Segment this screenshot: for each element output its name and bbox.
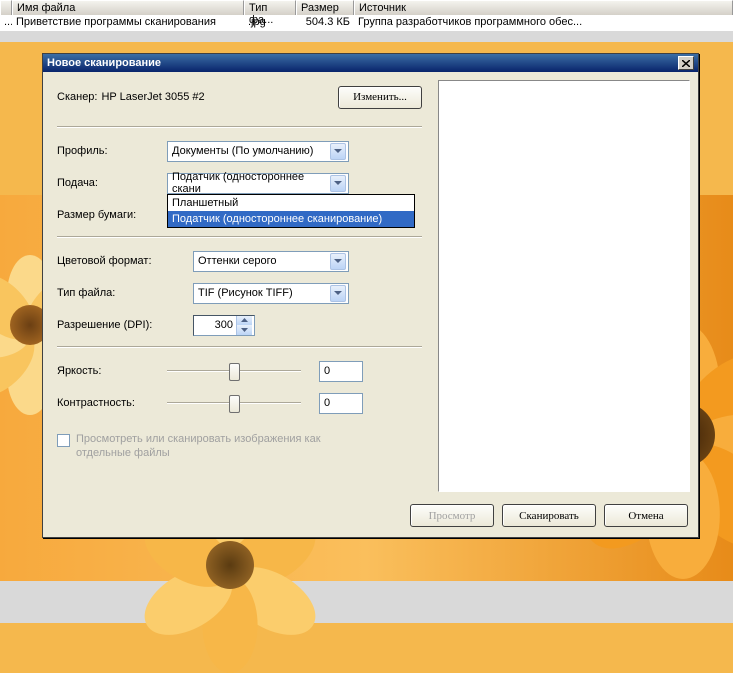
cancel-button[interactable]: Отмена bbox=[604, 504, 688, 527]
scanner-value: HP LaserJet 3055 #2 bbox=[101, 91, 204, 103]
feed-option-feeder[interactable]: Податчик (одностороннее сканирование) bbox=[168, 211, 414, 227]
brightness-slider[interactable] bbox=[167, 360, 301, 382]
filetype-value: TIF (Рисунок TIFF) bbox=[198, 287, 293, 299]
profile-label: Профиль: bbox=[57, 145, 167, 157]
profile-select[interactable]: Документы (По умолчанию) bbox=[167, 141, 349, 162]
separator bbox=[57, 236, 422, 238]
dialog-title: Новое сканирование bbox=[47, 57, 161, 69]
scanner-label: Сканер: bbox=[57, 91, 97, 103]
feed-value: Податчик (одностороннее скани bbox=[172, 171, 330, 195]
scan-button[interactable]: Сканировать bbox=[502, 504, 596, 527]
dpi-label: Разрешение (DPI): bbox=[57, 319, 193, 331]
color-value: Оттенки серого bbox=[198, 255, 276, 267]
dpi-input[interactable] bbox=[194, 316, 236, 335]
preview-pane bbox=[438, 80, 690, 492]
profile-value: Документы (По умолчанию) bbox=[172, 145, 313, 157]
spin-up-icon[interactable] bbox=[236, 316, 252, 326]
brightness-label: Яркость: bbox=[57, 365, 167, 377]
separate-files-label: Просмотреть или сканировать изображения … bbox=[76, 432, 336, 460]
contrast-input[interactable] bbox=[320, 397, 362, 409]
filetype-select[interactable]: TIF (Рисунок TIFF) bbox=[193, 283, 349, 304]
row-handle: ... bbox=[0, 15, 12, 31]
preview-button[interactable]: Просмотр bbox=[410, 504, 494, 527]
file-list-header: Имя файла Тип фа... Размер Источник ... … bbox=[0, 0, 733, 42]
scan-dialog: Новое сканирование Сканер: HP LaserJet 3… bbox=[42, 53, 699, 538]
separate-files-checkbox bbox=[57, 434, 70, 447]
cell-filetype: .jpg bbox=[244, 15, 296, 31]
color-label: Цветовой формат: bbox=[57, 255, 193, 267]
col-size[interactable]: Размер bbox=[296, 0, 354, 15]
color-select[interactable]: Оттенки серого bbox=[193, 251, 349, 272]
dpi-spinner[interactable] bbox=[193, 315, 255, 336]
close-icon bbox=[682, 60, 690, 67]
contrast-label: Контрастность: bbox=[57, 397, 167, 409]
chevron-down-icon bbox=[330, 175, 346, 192]
change-scanner-button[interactable]: Изменить... bbox=[338, 86, 422, 109]
col-filename[interactable]: Имя файла bbox=[12, 0, 244, 15]
chevron-down-icon bbox=[330, 285, 346, 302]
separator bbox=[57, 346, 422, 348]
feed-select[interactable]: Податчик (одностороннее скани bbox=[167, 173, 349, 194]
close-button[interactable] bbox=[678, 56, 694, 70]
separator bbox=[57, 126, 422, 128]
titlebar[interactable]: Новое сканирование bbox=[43, 54, 698, 72]
chevron-down-icon bbox=[330, 143, 346, 160]
table-row[interactable]: ... Приветствие программы сканирования .… bbox=[0, 15, 733, 31]
cell-filename: Приветствие программы сканирования bbox=[12, 15, 244, 31]
feed-label: Подача: bbox=[57, 177, 167, 189]
feed-option-flatbed[interactable]: Планшетный bbox=[168, 195, 414, 211]
brightness-input[interactable] bbox=[320, 365, 362, 377]
filetype-label: Тип файла: bbox=[57, 287, 193, 299]
col-source[interactable]: Источник bbox=[354, 0, 733, 15]
cell-size: 504.3 КБ bbox=[296, 15, 354, 31]
col-filetype[interactable]: Тип фа... bbox=[244, 0, 296, 15]
paper-label: Размер бумаги: bbox=[57, 209, 167, 221]
cell-source: Группа разработчиков программного обес..… bbox=[354, 15, 733, 31]
spin-down-icon[interactable] bbox=[236, 325, 252, 335]
contrast-slider[interactable] bbox=[167, 392, 301, 414]
col-spacer[interactable] bbox=[0, 0, 12, 15]
feed-dropdown: Планшетный Податчик (одностороннее скани… bbox=[167, 194, 415, 228]
chevron-down-icon bbox=[330, 253, 346, 270]
